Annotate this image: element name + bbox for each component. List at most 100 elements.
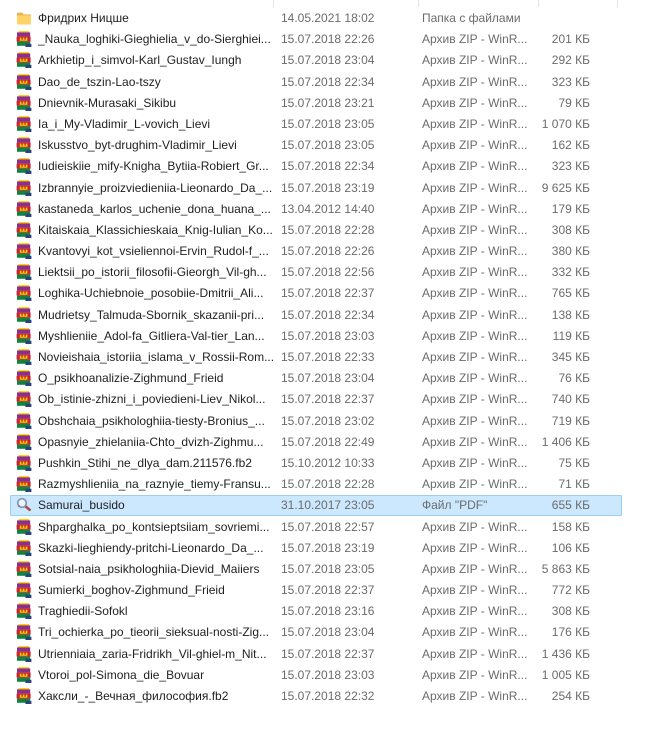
winrar-archive-icon [16,74,32,90]
file-size: 323 КБ [470,156,590,177]
winrar-archive-icon [16,116,32,132]
column-separator [538,0,539,7]
file-name: Sotsial-naia_psikhologhiia-Dievid_Maiier… [38,559,274,580]
file-name: Sumierki_boghov-Zighmund_Frieid [38,580,274,601]
file-date-modified: 15.07.2018 23:05 [281,135,419,156]
winrar-archive-icon [16,603,32,619]
file-date-modified: 15.07.2018 22:37 [281,644,419,665]
file-size: 655 КБ [470,495,590,516]
file-row[interactable]: Ia_i_My-Vladimir_L-vovich_Lievi15.07.201… [0,114,648,135]
file-size: 76 КБ [470,368,590,389]
file-name: Ia_i_My-Vladimir_L-vovich_Lievi [38,114,274,135]
file-row[interactable]: Pushkin_Stihi_ne_dlya_dam.211576.fb215.1… [0,453,648,474]
file-name: Dnievnik-Murasaki_Sikibu [38,93,274,114]
file-name: Opasnyie_zhielaniia-Chto_dvizh-Zighmu... [38,432,274,453]
column-separator [617,0,618,7]
file-size: 765 КБ [470,283,590,304]
file-date-modified: 15.07.2018 22:34 [281,305,419,326]
file-size: 1 005 КБ [470,665,590,686]
file-size: 179 КБ [470,199,590,220]
file-date-modified: 15.07.2018 23:02 [281,411,419,432]
file-date-modified: 15.07.2018 22:49 [281,432,419,453]
file-date-modified: 15.07.2018 22:34 [281,72,419,93]
file-row[interactable]: Opasnyie_zhielaniia-Chto_dvizh-Zighmu...… [0,432,648,453]
file-name: Utrienniaia_zaria-Fridrikh_Vil-ghiel-m_N… [38,644,274,665]
file-name: Iudieiskiie_mify-Knigha_Bytiia-Robiert_G… [38,156,274,177]
file-row[interactable]: Myshlieniie_Adol-fa_Gitliera-Val-tier_La… [0,326,648,347]
winrar-archive-icon [16,52,32,68]
winrar-archive-icon [16,328,32,344]
pdf-magnifier-icon [16,497,32,513]
file-size: 772 КБ [470,580,590,601]
file-row[interactable]: Razmyshlieniia_na_raznyie_tiemy-Fransu..… [0,474,648,495]
file-row[interactable]: Фридрих Ницше14.05.2021 18:02Папка с фай… [0,8,648,29]
winrar-archive-icon [16,201,32,217]
file-row[interactable]: Ob_istinie-zhizni_i_poviedieni-Liev_Niko… [0,389,648,410]
file-row[interactable]: Samurai_busido31.10.2017 23:05Файл "PDF"… [0,495,648,516]
file-name: Skazki-lieghiendy-pritchi-Lieonardo_Da_.… [38,538,274,559]
winrar-archive-icon [16,413,32,429]
file-date-modified: 15.07.2018 22:34 [281,156,419,177]
file-row[interactable]: Sotsial-naia_psikhologhiia-Dievid_Maiier… [0,559,648,580]
file-size: 106 КБ [470,538,590,559]
file-row[interactable]: O_psikhoanalizie-Zighmund_Frieid 15.07.20… [0,368,648,389]
file-date-modified: 15.07.2018 22:37 [281,283,419,304]
file-size: 1 436 КБ [470,644,590,665]
file-size: 740 КБ [470,389,590,410]
file-row[interactable]: Vtoroi_pol-Simona_die_Bovuar15.07.2018 2… [0,665,648,686]
file-row[interactable]: Iudieiskiie_mify-Knigha_Bytiia-Robiert_G… [0,156,648,177]
file-size: 332 КБ [470,262,590,283]
file-row[interactable]: Mudrietsy_Talmuda-Sbornik_skazanii-pri..… [0,305,648,326]
file-row[interactable]: Kitaiskaia_Klassichieskaia_Knig-Iulian_K… [0,220,648,241]
file-row[interactable]: Sumierki_boghov-Zighmund_Frieid15.07.201… [0,580,648,601]
file-row[interactable]: Iskusstvo_byt-drughim-Vladimir_Lievi 15.0… [0,135,648,156]
file-size: 323 КБ [470,72,590,93]
file-date-modified: 15.07.2018 23:16 [281,601,419,622]
file-name: Iskusstvo_byt-drughim-Vladimir_Lievi [38,135,274,156]
file-row[interactable]: _Nauka_loghiki-Gieghielia_v_do-Sierghiei… [0,29,648,50]
file-size: 1 406 КБ [470,432,590,453]
file-size: 308 КБ [470,220,590,241]
file-date-modified: 15.07.2018 23:04 [281,622,419,643]
file-row[interactable]: Liektsii_po_istorii_filosofii-Gieorgh_Vi… [0,262,648,283]
file-row[interactable]: Utrienniaia_zaria-Fridrikh_Vil-ghiel-m_N… [0,644,648,665]
file-date-modified: 15.07.2018 23:04 [281,368,419,389]
file-date-modified: 15.07.2018 22:32 [281,686,419,707]
winrar-archive-icon [16,285,32,301]
file-row[interactable]: Loghika-Uchiebnoie_posobiie-Dmitrii_Ali.… [0,283,648,304]
file-row[interactable]: Tri_ochierka_po_tieorii_sieksual-nosti-Z… [0,622,648,643]
file-row[interactable]: Izbrannyie_proizviedieniia-Lieonardo_Da_… [0,178,648,199]
file-row[interactable]: Dao_de_tszin-Lao-tszy15.07.2018 22:34Арх… [0,72,648,93]
file-size: 162 КБ [470,135,590,156]
file-size: 75 КБ [470,453,590,474]
file-name: Vtoroi_pol-Simona_die_Bovuar [38,665,274,686]
winrar-archive-icon [16,180,32,196]
file-date-modified: 15.07.2018 22:33 [281,347,419,368]
file-size: 254 КБ [470,686,590,707]
file-date-modified: 15.07.2018 22:28 [281,474,419,495]
file-size: 719 КБ [470,411,590,432]
file-name: O_psikhoanalizie-Zighmund_Frieid [38,368,274,389]
winrar-archive-icon [16,688,32,704]
file-size: 292 КБ [470,50,590,71]
file-date-modified: 15.07.2018 23:19 [281,538,419,559]
winrar-archive-icon [16,349,32,365]
file-size: 201 КБ [470,29,590,50]
file-name: Liektsii_po_istorii_filosofii-Gieorgh_Vi… [38,262,274,283]
file-name: Samurai_busido [38,495,274,516]
winrar-archive-icon [16,264,32,280]
file-size: 158 КБ [470,517,590,538]
winrar-archive-icon [16,434,32,450]
file-row[interactable]: Obshchaia_psikhologhiia-tiesty-Bronius_.… [0,411,648,432]
file-date-modified: 15.07.2018 22:28 [281,220,419,241]
file-row[interactable]: kastaneda_karlos_uchenie_dona_huana_...1… [0,199,648,220]
file-row[interactable]: Skazki-lieghiendy-pritchi-Lieonardo_Da_.… [0,538,648,559]
file-name: Razmyshlieniia_na_raznyie_tiemy-Fransu..… [38,474,274,495]
file-row[interactable]: Kvantovyi_kot_vsieliennoi-Ervin_Rudol-f_… [0,241,648,262]
file-row[interactable]: Traghiedii-Sofokl15.07.2018 23:16Архив Z… [0,601,648,622]
file-row[interactable]: Хаксли_-_Вечная_философия.fb215.07.2018 … [0,686,648,707]
file-row[interactable]: Shparghalka_po_kontsieptsiiam_sovriemi..… [0,517,648,538]
file-row[interactable]: Novieishaia_istoriia_islama_v_Rossii-Rom… [0,347,648,368]
file-row[interactable]: Arkhietip_i_simvol-Karl_Gustav_Iungh15.0… [0,50,648,71]
file-row[interactable]: Dnievnik-Murasaki_Sikibu15.07.2018 23:21… [0,93,648,114]
